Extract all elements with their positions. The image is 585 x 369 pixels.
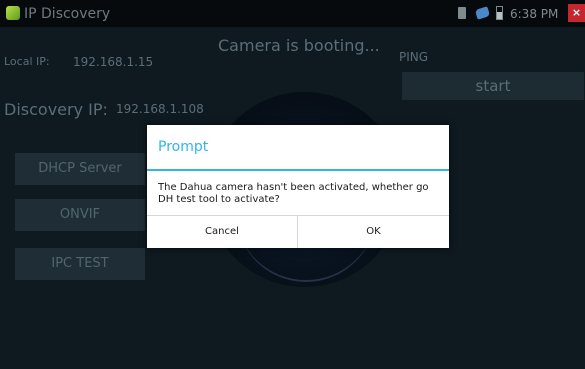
discovery-ip-value: 192.168.1.108	[116, 102, 204, 116]
onvif-button[interactable]: ONVIF	[15, 199, 145, 231]
ping-label: PING	[399, 50, 429, 64]
app-screen: IP Discovery 6:38 PM × Camera is booting…	[0, 0, 585, 369]
status-bar: IP Discovery 6:38 PM ×	[0, 0, 585, 27]
local-ip-value: 192.168.1.15	[73, 55, 154, 69]
discovery-ip-label: Discovery IP:	[4, 100, 108, 119]
sd-card-icon	[458, 7, 466, 19]
dhcp-server-button[interactable]: DHCP Server	[15, 153, 145, 185]
close-icon[interactable]: ×	[568, 4, 585, 22]
app-icon	[6, 6, 20, 20]
dialog-divider	[147, 169, 449, 171]
status-time: 6:38 PM	[510, 7, 559, 21]
dialog-message: The Dahua camera hasn't been activated, …	[158, 182, 429, 205]
start-button[interactable]: start	[402, 72, 584, 100]
booting-status-text: Camera is booting...	[218, 36, 380, 55]
dialog-button-bar: Cancel OK	[147, 215, 449, 248]
prompt-dialog: Prompt The Dahua camera hasn't been acti…	[147, 125, 449, 248]
app-title: IP Discovery	[24, 6, 111, 22]
ok-button[interactable]: OK	[298, 216, 449, 248]
dialog-title: Prompt	[158, 139, 209, 155]
battery-icon	[496, 6, 503, 20]
local-ip-label: Local IP:	[4, 55, 50, 68]
usb-icon	[474, 6, 491, 20]
cancel-button[interactable]: Cancel	[147, 216, 297, 248]
ipc-test-button[interactable]: IPC TEST	[15, 248, 145, 280]
